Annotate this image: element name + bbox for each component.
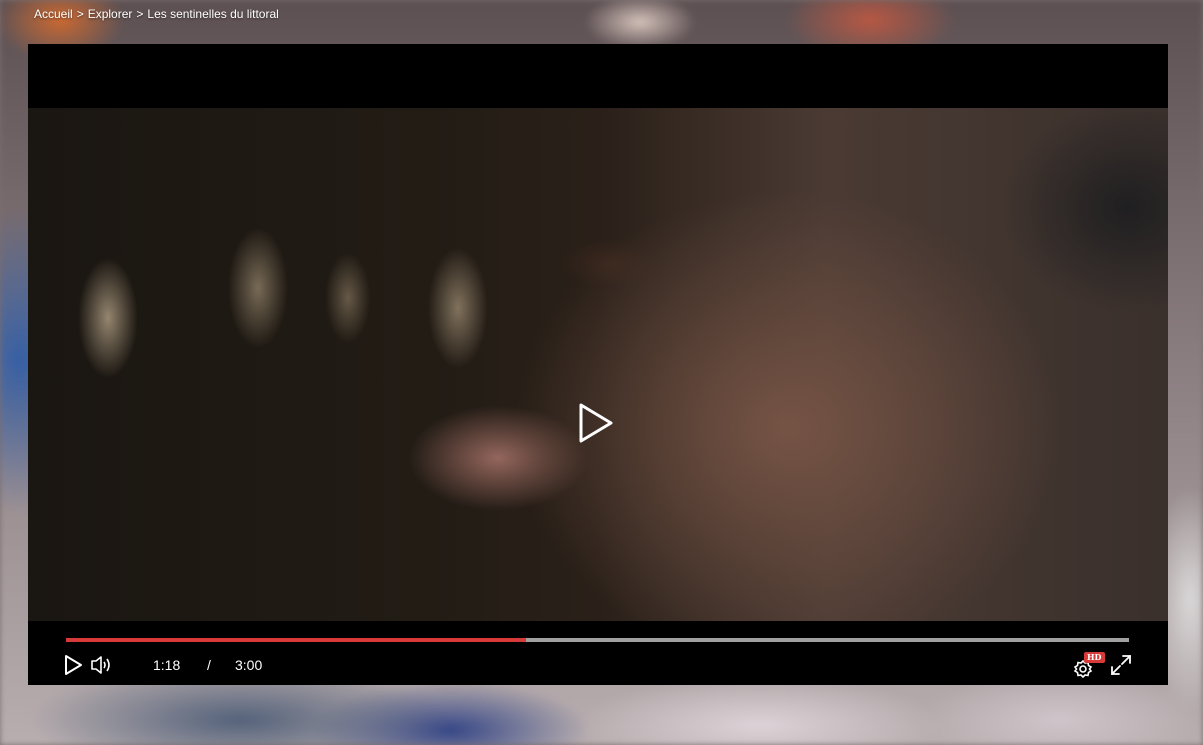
current-time: 1:18 — [153, 657, 181, 673]
progress-bar[interactable] — [66, 638, 1129, 642]
time-separator: / — [207, 657, 211, 673]
duration: 3:00 — [235, 657, 263, 673]
breadcrumb-separator: > — [76, 7, 84, 21]
video-player: 1:18 / 3:00 HD — [28, 44, 1168, 685]
video-frame[interactable] — [28, 108, 1168, 621]
hd-badge: HD — [1084, 652, 1105, 663]
play-icon[interactable] — [64, 654, 84, 676]
breadcrumb-item-home[interactable]: Accueil — [34, 7, 73, 21]
breadcrumb: Accueil > Explorer > Les sentinelles du … — [34, 7, 279, 21]
breadcrumb-separator: > — [136, 7, 144, 21]
breadcrumb-item-current: Les sentinelles du littoral — [147, 7, 279, 21]
volume-icon[interactable] — [90, 654, 114, 676]
fullscreen-icon[interactable] — [1110, 654, 1132, 676]
big-play-icon[interactable] — [578, 402, 614, 444]
breadcrumb-item-explorer[interactable]: Explorer — [88, 7, 133, 21]
progress-fill — [66, 638, 527, 642]
player-controls: 1:18 / 3:00 HD — [28, 621, 1168, 685]
